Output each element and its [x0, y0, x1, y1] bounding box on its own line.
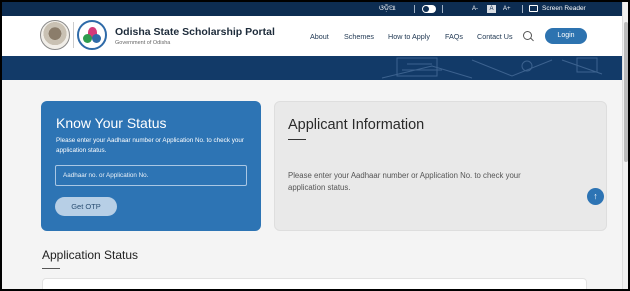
- nav-schemes[interactable]: Schemes: [344, 32, 374, 41]
- browser-frame: ଓଡ଼ିଆ A- A A+ Screen Reader Odisha State…: [2, 2, 628, 289]
- state-emblem-logo: [40, 20, 70, 50]
- divider: [442, 5, 443, 13]
- section-title: Application Status: [42, 248, 139, 262]
- language-switch[interactable]: ଓଡ଼ିଆ: [379, 5, 396, 13]
- hero-banner: [2, 56, 622, 80]
- info-card-title: Applicant Information: [288, 117, 425, 133]
- site-title[interactable]: Odisha State Scholarship Portal: [115, 26, 275, 38]
- title-underline: [42, 268, 60, 269]
- nav-about[interactable]: About: [310, 32, 329, 41]
- nav-faqs[interactable]: FAQs: [445, 32, 463, 41]
- aadhaar-application-input[interactable]: [55, 165, 247, 186]
- nav-contact-us[interactable]: Contact Us: [477, 32, 513, 41]
- screen-reader-link[interactable]: Screen Reader: [542, 5, 586, 12]
- login-button[interactable]: Login: [545, 28, 587, 44]
- theme-toggle[interactable]: [422, 5, 436, 13]
- info-card-message: Please enter your Aadhaar number or Appl…: [288, 171, 521, 192]
- monitor-icon: [529, 5, 538, 12]
- logo-petal: [92, 34, 101, 43]
- applicant-information-card: Applicant Information Please enter your …: [274, 101, 607, 231]
- divider: [73, 22, 74, 48]
- utility-bar: ଓଡ଼ିଆ A- A A+ Screen Reader: [2, 2, 622, 16]
- page-scrollbar[interactable]: [622, 2, 628, 289]
- toggle-icon: [423, 6, 429, 12]
- logo-petal: [83, 34, 92, 43]
- font-decrease-button[interactable]: A-: [472, 5, 478, 13]
- arrow-up-icon[interactable]: ↑: [587, 188, 604, 205]
- get-otp-button[interactable]: Get OTP: [55, 197, 117, 216]
- font-normal-button[interactable]: A: [487, 5, 496, 13]
- divider: [414, 5, 415, 13]
- site-subtitle: Government of Odisha: [115, 40, 171, 46]
- site-header: Odisha State Scholarship Portal Governme…: [2, 16, 622, 56]
- application-status-panel: [42, 278, 587, 289]
- scrollbar-thumb[interactable]: [624, 22, 628, 162]
- nav-how-to-apply[interactable]: How to Apply: [388, 32, 430, 41]
- status-card-description: Please enter your Aadhaar number or Appl…: [56, 137, 244, 154]
- status-card-title: Know Your Status: [56, 115, 167, 131]
- title-underline: [288, 139, 306, 140]
- portal-logo[interactable]: [77, 20, 107, 50]
- search-icon[interactable]: [523, 31, 532, 40]
- font-increase-button[interactable]: A+: [503, 5, 511, 13]
- divider: [522, 5, 523, 13]
- banner-illustration: [381, 57, 603, 79]
- know-your-status-card: Know Your Status Please enter your Aadha…: [41, 101, 261, 231]
